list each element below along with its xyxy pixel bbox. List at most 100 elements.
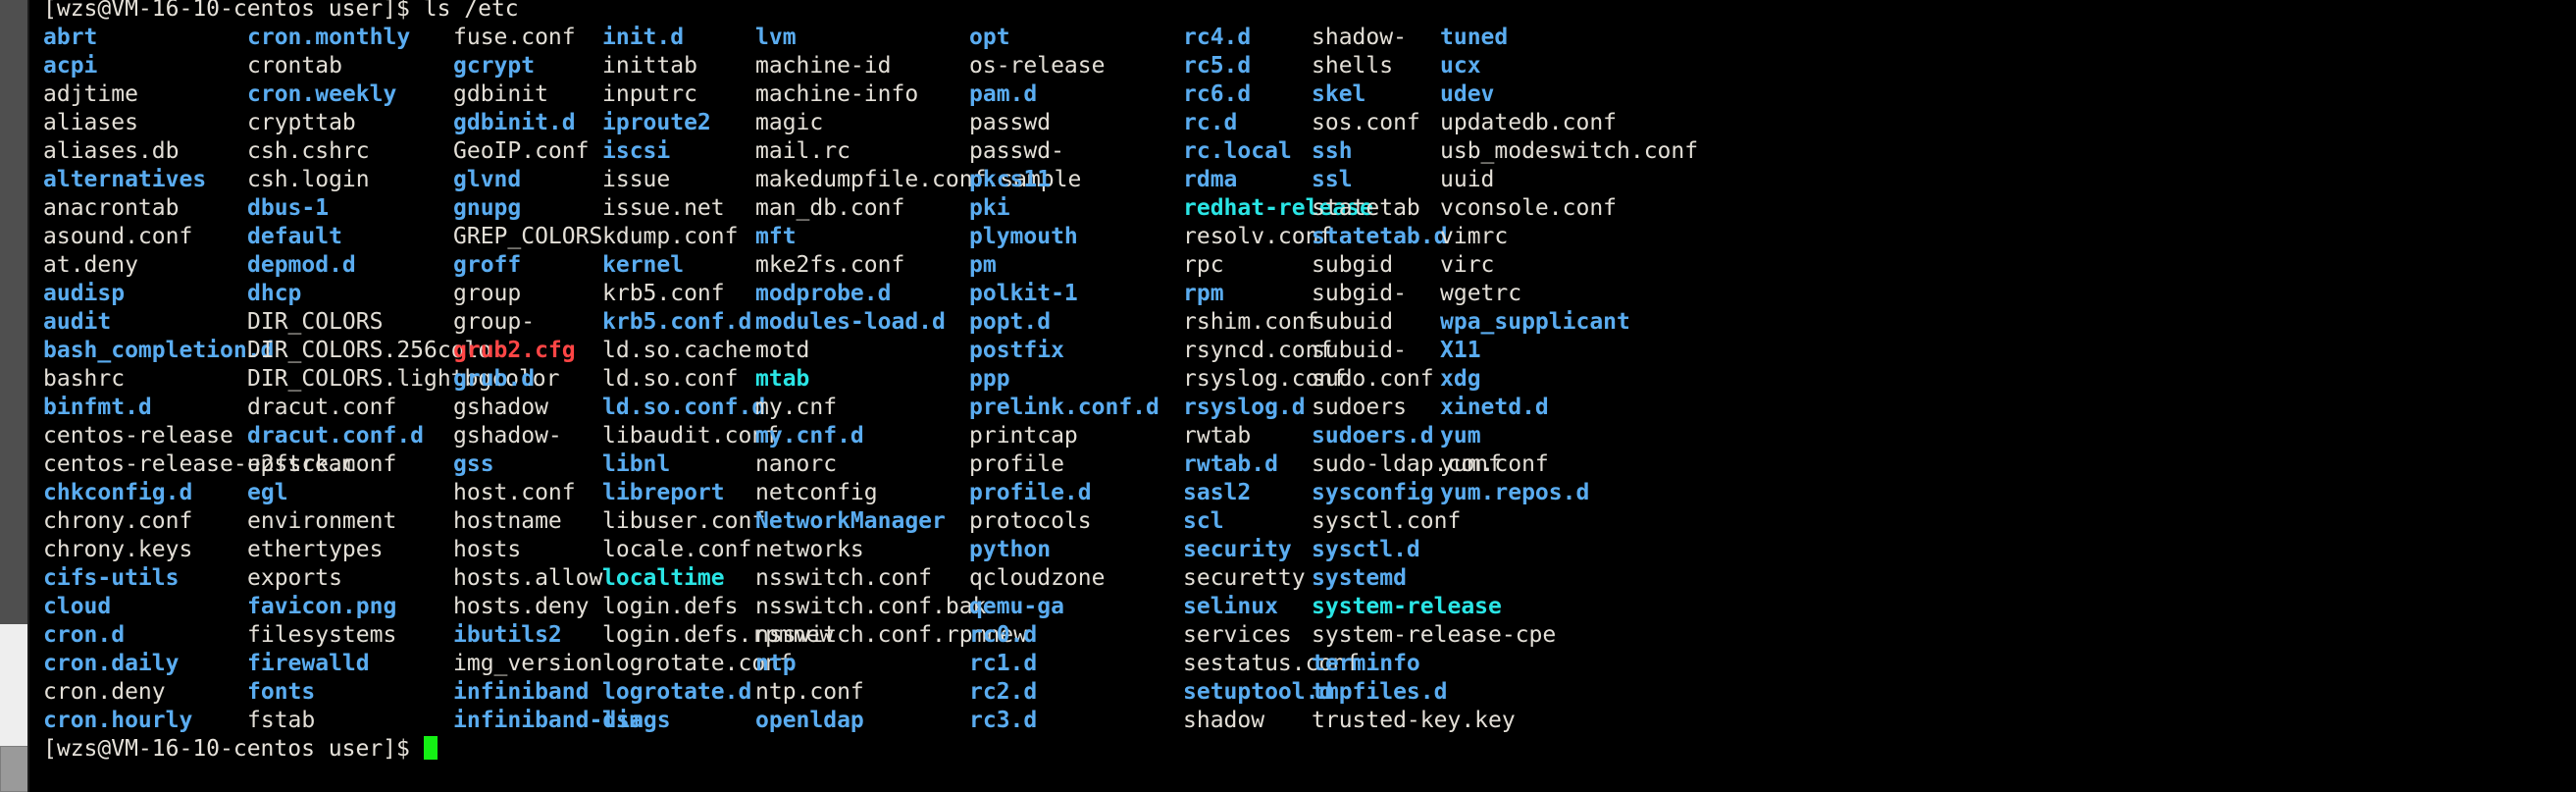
ls-entry-dir[interactable]: python: [969, 536, 1183, 564]
ls-entry-file[interactable]: usb_modeswitch.conf: [1440, 137, 1698, 166]
ls-entry-file[interactable]: inittab: [602, 52, 755, 80]
ls-entry-file[interactable]: trusted-key.key: [1312, 707, 1516, 735]
ls-entry-file[interactable]: profile: [969, 450, 1183, 479]
ls-entry-file[interactable]: subuid-: [1312, 337, 1440, 365]
ls-entry-file[interactable]: exports: [247, 564, 453, 593]
ls-entry-file[interactable]: issue: [602, 166, 755, 194]
ls-entry-dir[interactable]: gdbinit.d: [453, 109, 602, 137]
ls-entry-dir[interactable]: rc4.d: [1183, 24, 1312, 52]
ls-entry-file[interactable]: krb5.conf: [602, 280, 755, 308]
ls-entry-file[interactable]: aliases: [43, 109, 247, 137]
ls-entry-file[interactable]: sysctl.conf: [1312, 507, 1461, 536]
ls-entry-dir[interactable]: popt.d: [969, 308, 1183, 337]
ls-entry-file[interactable]: nsswitch.conf.rpmnew: [755, 621, 1027, 650]
ls-entry-file[interactable]: man_db.conf: [755, 194, 969, 223]
ls-entry-file[interactable]: adjtime: [43, 80, 247, 109]
ls-entry-file[interactable]: sudo-ldap.conf: [1312, 450, 1502, 479]
ls-entry-file[interactable]: shadow: [1183, 707, 1312, 735]
ls-entry-dir[interactable]: firewalld: [247, 650, 453, 678]
ls-entry-file[interactable]: magic: [755, 109, 969, 137]
ls-entry-dir[interactable]: security: [1183, 536, 1312, 564]
ls-entry-file[interactable]: GeoIP.conf: [453, 137, 602, 166]
ls-entry-file[interactable]: makedumpfile.conf.sample: [755, 166, 1081, 194]
ls-entry-dir[interactable]: glvnd: [453, 166, 602, 194]
ls-entry-img[interactable]: favicon.png: [247, 593, 453, 621]
ls-entry-dir[interactable]: pkcs11: [969, 166, 1183, 194]
ls-entry-dir[interactable]: xdg: [1440, 365, 1607, 394]
ls-entry-file[interactable]: ld.so.cache: [602, 337, 755, 365]
ls-entry-file[interactable]: at.deny: [43, 251, 247, 280]
ls-entry-file[interactable]: mail.rc: [755, 137, 969, 166]
ls-entry-file[interactable]: crypttab: [247, 109, 453, 137]
ls-entry-dir[interactable]: alternatives: [43, 166, 247, 194]
ls-entry-file[interactable]: locale.conf: [602, 536, 755, 564]
ls-entry-file[interactable]: crontab: [247, 52, 453, 80]
ls-entry-dir[interactable]: lvm: [755, 24, 969, 52]
ls-entry-file[interactable]: asound.conf: [43, 223, 247, 251]
vertical-scrollbar[interactable]: [0, 0, 29, 792]
ls-entry-file[interactable]: gshadow-: [453, 422, 602, 450]
ls-entry-file[interactable]: rshim.conf: [1183, 308, 1318, 337]
ls-entry-dir[interactable]: wpa_supplicant: [1440, 308, 1630, 337]
ls-entry-file[interactable]: vimrc: [1440, 223, 1607, 251]
ls-entry-file[interactable]: services: [1183, 621, 1312, 650]
ls-entry-dir[interactable]: qemu-ga: [969, 593, 1183, 621]
ls-entry-file[interactable]: rwtab: [1183, 422, 1312, 450]
ls-entry-dir[interactable]: fonts: [247, 678, 453, 707]
ls-entry-file[interactable]: vconsole.conf: [1440, 194, 1617, 223]
ls-entry-file[interactable]: GREP_COLORS: [453, 223, 602, 251]
ls-entry-file[interactable]: e2fsck.conf: [247, 450, 453, 479]
ls-entry-link[interactable]: redhat-release: [1183, 194, 1373, 223]
ls-entry-dir[interactable]: cron.d: [43, 621, 247, 650]
ls-entry-file[interactable]: sudo.conf: [1312, 365, 1440, 394]
ls-entry-file[interactable]: qcloudzone: [969, 564, 1183, 593]
ls-entry-file[interactable]: printcap: [969, 422, 1183, 450]
ls-entry-dir[interactable]: sudoers.d: [1312, 422, 1440, 450]
scrollbar-page-region[interactable]: [0, 624, 29, 746]
ls-entry-dir[interactable]: dracut.conf.d: [247, 422, 453, 450]
ls-entry-dir[interactable]: rwtab.d: [1183, 450, 1312, 479]
ls-entry-dir[interactable]: tmpfiles.d: [1312, 678, 1447, 707]
ls-entry-file[interactable]: ld.so.conf: [602, 365, 755, 394]
ls-entry-dir[interactable]: iscsi: [602, 137, 755, 166]
ls-entry-dir[interactable]: audisp: [43, 280, 247, 308]
ls-entry-dir[interactable]: cron.hourly: [43, 707, 247, 735]
ls-entry-file[interactable]: netconfig: [755, 479, 969, 507]
ls-entry-file[interactable]: group: [453, 280, 602, 308]
scrollbar-thumb[interactable]: [0, 746, 29, 792]
final-prompt-line[interactable]: [wzs@VM-16-10-centos user]$: [29, 735, 2576, 764]
ls-entry-dir[interactable]: polkit-1: [969, 280, 1183, 308]
ls-entry-file[interactable]: logrotate.conf: [602, 650, 793, 678]
ls-entry-dir[interactable]: sysctl.d: [1312, 536, 1440, 564]
ls-entry-dir[interactable]: bash_completion.d: [43, 337, 274, 365]
ls-entry-dir[interactable]: rpm: [1183, 280, 1312, 308]
ls-entry-dir[interactable]: grub.d: [453, 365, 602, 394]
ls-entry-dir[interactable]: dbus-1: [247, 194, 453, 223]
ls-entry-file[interactable]: rpc: [1183, 251, 1312, 280]
ls-entry-dir[interactable]: rc5.d: [1183, 52, 1312, 80]
ls-entry-dir[interactable]: rdma: [1183, 166, 1312, 194]
ls-entry-file[interactable]: machine-info: [755, 80, 969, 109]
ls-entry-dir[interactable]: logrotate.d: [602, 678, 755, 707]
ls-entry-dir[interactable]: rsyslog.d: [1183, 394, 1312, 422]
ls-entry-dir[interactable]: pki: [969, 194, 1183, 223]
ls-entry-file[interactable]: os-release: [969, 52, 1183, 80]
ls-entry-dir[interactable]: ppp: [969, 365, 1183, 394]
ls-entry-file[interactable]: subgid-: [1312, 280, 1440, 308]
ls-entry-dir[interactable]: rc2.d: [969, 678, 1183, 707]
ls-entry-dir[interactable]: sysconfig: [1312, 479, 1440, 507]
ls-entry-file[interactable]: virc: [1440, 251, 1607, 280]
ls-entry-file[interactable]: hosts: [453, 536, 602, 564]
ls-entry-file[interactable]: machine-id: [755, 52, 969, 80]
ls-entry-dir[interactable]: ntp: [755, 650, 969, 678]
scrollbar-track[interactable]: [0, 0, 29, 624]
ls-entry-file[interactable]: login.defs.rpmnew: [602, 621, 833, 650]
ls-entry-dir[interactable]: udev: [1440, 80, 1607, 109]
ls-entry-file[interactable]: nanorc: [755, 450, 969, 479]
ls-entry-dir[interactable]: dhcp: [247, 280, 453, 308]
ls-entry-dir[interactable]: binfmt.d: [43, 394, 247, 422]
ls-entry-file[interactable]: inputrc: [602, 80, 755, 109]
ls-entry-dir[interactable]: pm: [969, 251, 1183, 280]
ls-entry-file[interactable]: dracut.conf: [247, 394, 453, 422]
ls-entry-dir[interactable]: modules-load.d: [755, 308, 969, 337]
